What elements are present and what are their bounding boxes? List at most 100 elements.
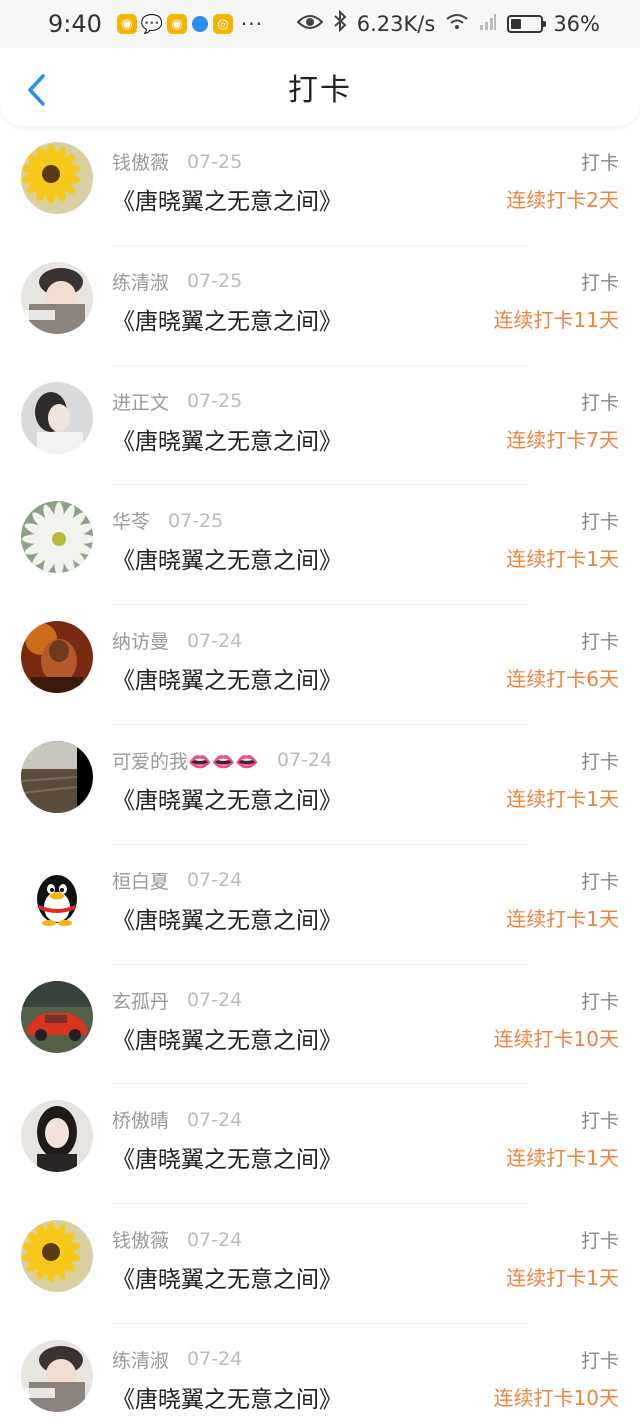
checkin-date: 07-25: [187, 390, 243, 413]
list-item[interactable]: 练清淑 07-24 《唐晓翼之无意之间》 打卡 连续打卡10天: [0, 1324, 640, 1422]
avatar[interactable]: [21, 1220, 93, 1293]
book-title[interactable]: 《唐晓翼之无意之间》: [112, 781, 342, 815]
action-label: 打卡: [580, 1230, 619, 1253]
book-title[interactable]: 《唐晓翼之无意之间》: [112, 1021, 342, 1055]
book-title[interactable]: 《唐晓翼之无意之间》: [112, 1380, 342, 1414]
user-name[interactable]: 纳访曼: [112, 627, 169, 654]
book-title[interactable]: 《唐晓翼之无意之间》: [112, 901, 342, 935]
streak-label: 连续打卡6天: [506, 667, 619, 692]
action-label: 打卡: [580, 750, 619, 773]
book-title[interactable]: 《唐晓翼之无意之间》: [112, 541, 342, 575]
user-line: 玄孤丹 07-24: [112, 987, 242, 1014]
wifi-icon: [445, 12, 469, 37]
checkin-date: 07-24: [187, 1108, 243, 1131]
user-line: 纳访曼 07-24: [112, 627, 242, 654]
user-name[interactable]: 华苓: [112, 507, 150, 534]
user-name[interactable]: 进正文: [112, 388, 169, 415]
avatar[interactable]: [21, 142, 93, 214]
status-time: 9:40: [48, 10, 102, 38]
user-name[interactable]: 玄孤丹: [112, 987, 169, 1014]
checkin-date: 07-25: [187, 270, 243, 293]
action-label: 打卡: [580, 391, 619, 414]
user-line: 可爱的我👄👄👄 07-24: [112, 747, 332, 774]
avatar[interactable]: [21, 860, 93, 933]
wechat-icon: 💬: [140, 13, 164, 35]
checkin-date: 07-24: [276, 749, 333, 772]
eye-icon: [296, 12, 324, 37]
action-label: 打卡: [580, 870, 619, 893]
battery-level: [511, 19, 522, 29]
book-title[interactable]: 《唐晓翼之无意之间》: [112, 1260, 342, 1294]
action-label: 打卡: [580, 990, 619, 1013]
list-item[interactable]: 华苓 07-25 《唐晓翼之无意之间》 打卡 连续打卡1天: [0, 485, 640, 605]
book-title[interactable]: 《唐晓翼之无意之间》: [112, 182, 342, 216]
user-line: 练清淑 07-24: [112, 1346, 242, 1373]
user-name[interactable]: 可爱的我👄👄👄: [112, 747, 259, 774]
user-line: 钱傲薇 07-25: [112, 148, 242, 175]
checkin-date: 07-24: [187, 629, 243, 652]
checkin-date: 07-25: [168, 509, 224, 532]
user-line: 练清淑 07-25: [112, 268, 242, 295]
user-name[interactable]: 钱傲薇: [112, 1226, 169, 1253]
user-line: 桥傲晴 07-24: [112, 1106, 242, 1133]
user-name[interactable]: 桥傲晴: [112, 1106, 169, 1133]
user-name[interactable]: 练清淑: [112, 268, 169, 295]
action-label: 打卡: [580, 1349, 619, 1372]
list-item[interactable]: 玄孤丹 07-24 《唐晓翼之无意之间》 打卡 连续打卡10天: [0, 965, 640, 1085]
list-item[interactable]: 练清淑 07-25 《唐晓翼之无意之间》 打卡 连续打卡11天: [0, 246, 640, 366]
avatar[interactable]: [21, 501, 93, 574]
streak-label: 连续打卡1天: [506, 786, 619, 811]
list-item[interactable]: 桥傲晴 07-24 《唐晓翼之无意之间》 打卡 连续打卡1天: [0, 1084, 640, 1204]
user-name[interactable]: 钱傲薇: [112, 148, 169, 175]
status-indicators: 6.23K/s 36%: [296, 9, 600, 38]
user-line: 钱傲薇 07-24: [112, 1226, 242, 1253]
list-item[interactable]: 纳访曼 07-24 《唐晓翼之无意之间》 打卡 连续打卡6天: [0, 605, 640, 725]
list-item[interactable]: 桓白夏 07-24 《唐晓翼之无意之间》 打卡 连续打卡1天: [0, 845, 640, 965]
action-label: 打卡: [580, 271, 619, 294]
checkin-date: 07-24: [187, 1228, 243, 1251]
streak-label: 连续打卡7天: [506, 427, 619, 452]
battery-percent: 36%: [553, 12, 600, 36]
network-speed: 6.23K/s: [356, 12, 436, 36]
avatar[interactable]: [21, 621, 93, 694]
streak-label: 连续打卡1天: [506, 547, 619, 572]
back-button[interactable]: [20, 70, 52, 110]
avatar[interactable]: [21, 381, 93, 454]
checkin-list: 钱傲薇 07-25 《唐晓翼之无意之间》 打卡 连续打卡2天 练清淑 07-25…: [0, 126, 640, 1422]
app-icon: ◎: [212, 14, 233, 34]
more-notifications-icon: ···: [240, 12, 263, 36]
book-title[interactable]: 《唐晓翼之无意之间》: [112, 1140, 342, 1174]
avatar[interactable]: [21, 1100, 93, 1173]
signal-icon: [479, 12, 497, 37]
checkin-date: 07-25: [187, 150, 243, 173]
checkin-date: 07-24: [187, 1348, 243, 1371]
streak-label: 连续打卡11天: [493, 307, 619, 332]
weibo-icon: ◉: [116, 14, 137, 34]
checkin-date: 07-24: [187, 989, 243, 1012]
bluetooth-icon: [333, 9, 347, 38]
checkin-date: 07-24: [187, 869, 243, 892]
browser-icon: [191, 16, 208, 32]
avatar[interactable]: [21, 261, 93, 334]
book-title[interactable]: 《唐晓翼之无意之间》: [112, 422, 342, 456]
streak-label: 连续打卡1天: [506, 1146, 619, 1171]
list-item[interactable]: 可爱的我👄👄👄 07-24 《唐晓翼之无意之间》 打卡 连续打卡1天: [0, 725, 640, 845]
chevron-left-icon: [28, 74, 45, 106]
avatar[interactable]: [21, 740, 93, 813]
battery-icon: [507, 15, 547, 33]
avatar[interactable]: [21, 1339, 93, 1412]
list-item[interactable]: 进正文 07-25 《唐晓翼之无意之间》 打卡 连续打卡7天: [0, 366, 640, 486]
action-label: 打卡: [580, 152, 619, 174]
list-item[interactable]: 钱傲薇 07-24 《唐晓翼之无意之间》 打卡 连续打卡1天: [0, 1204, 640, 1324]
user-line: 桓白夏 07-24: [112, 867, 242, 894]
page-title: 打卡: [288, 73, 352, 108]
user-name[interactable]: 桓白夏: [112, 867, 169, 894]
book-title[interactable]: 《唐晓翼之无意之间》: [112, 302, 342, 336]
avatar[interactable]: [21, 980, 93, 1053]
list-item[interactable]: 钱傲薇 07-25 《唐晓翼之无意之间》 打卡 连续打卡2天: [0, 126, 640, 246]
user-line: 华苓 07-25: [112, 507, 223, 534]
action-label: 打卡: [580, 631, 619, 654]
book-title[interactable]: 《唐晓翼之无意之间》: [112, 661, 342, 695]
user-line: 进正文 07-25: [112, 388, 242, 415]
user-name[interactable]: 练清淑: [112, 1346, 169, 1373]
